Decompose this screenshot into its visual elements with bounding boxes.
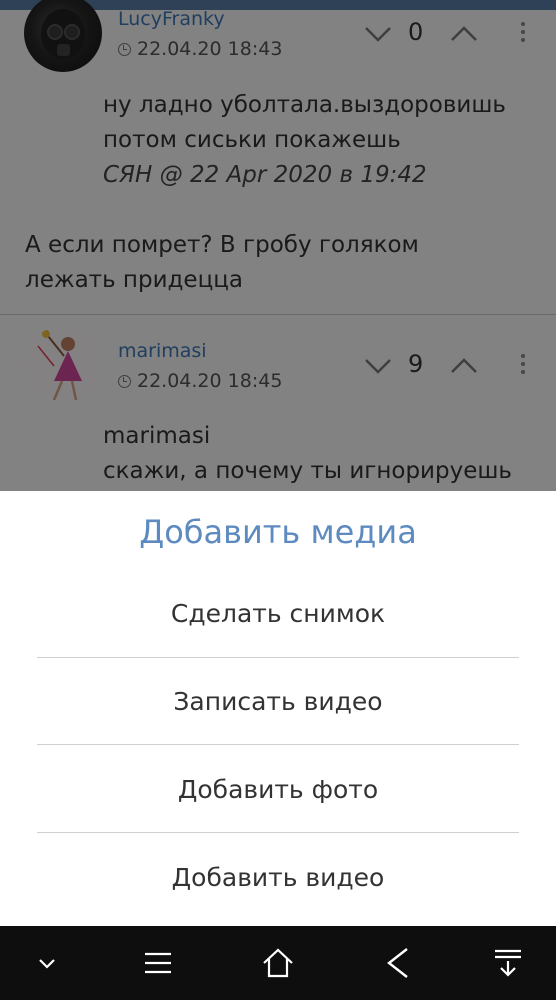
chevron-down-icon xyxy=(39,959,55,969)
add-photo-option[interactable]: Добавить фото xyxy=(37,745,519,833)
hide-keyboard-button[interactable] xyxy=(7,926,87,1000)
notifications-button[interactable] xyxy=(468,926,548,1000)
home-icon xyxy=(263,948,293,978)
back-button[interactable] xyxy=(358,926,438,1000)
back-icon xyxy=(387,948,408,978)
download-icon xyxy=(495,949,521,977)
menu-button[interactable] xyxy=(118,926,198,1000)
record-video-option[interactable]: Записать видео xyxy=(37,657,519,745)
menu-icon xyxy=(145,952,171,974)
add-video-option[interactable]: Добавить видео xyxy=(37,833,519,921)
system-navigation-bar xyxy=(0,926,556,1000)
home-button[interactable] xyxy=(238,926,318,1000)
add-media-sheet: Добавить медиа Сделать снимок Записать в… xyxy=(0,491,556,926)
sheet-title: Добавить медиа xyxy=(139,513,417,551)
take-photo-option[interactable]: Сделать снимок xyxy=(37,569,519,657)
